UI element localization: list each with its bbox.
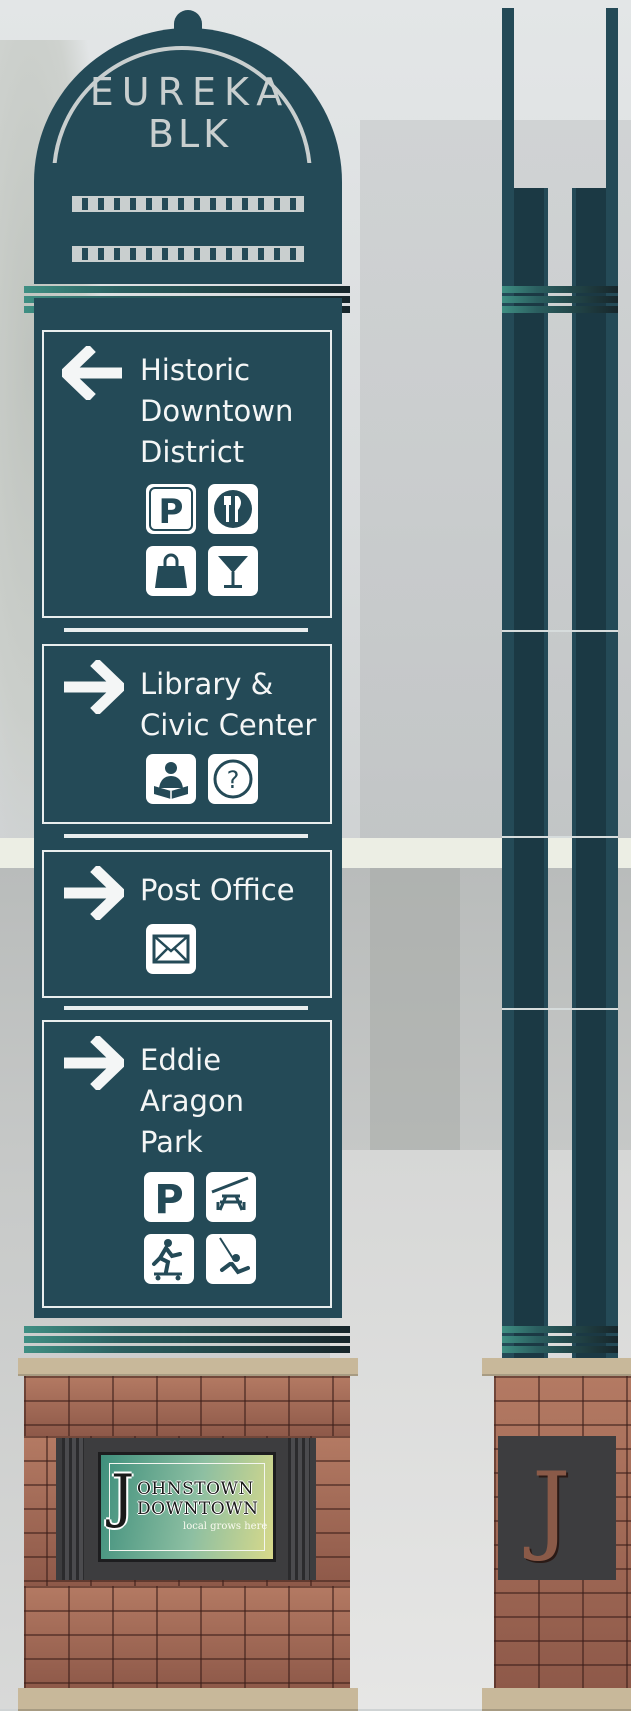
bottom-rail-band bbox=[24, 1326, 350, 1354]
side-post-edge bbox=[572, 188, 576, 1358]
frieze-dash-row bbox=[72, 246, 304, 262]
side-post-inner-right bbox=[576, 188, 606, 1358]
panel-divider bbox=[64, 1006, 308, 1010]
information-question-icon: ? bbox=[208, 754, 258, 804]
side-bottom-rail-band bbox=[502, 1326, 618, 1354]
side-panel-seam bbox=[502, 630, 618, 632]
side-base-cap-stone bbox=[482, 1358, 631, 1376]
swing-icon bbox=[206, 1234, 256, 1284]
base-foot-stone bbox=[18, 1688, 358, 1711]
brick-base-upper bbox=[24, 1376, 350, 1436]
side-post-outer-right bbox=[606, 8, 618, 1358]
picnic-table-icon bbox=[206, 1172, 256, 1222]
panel-divider bbox=[64, 834, 308, 838]
side-post-edge bbox=[544, 188, 548, 1358]
johnstown-downtown-plaque: J OHNSTOWN DOWNTOWN local grows here bbox=[98, 1452, 276, 1562]
skateboard-icon bbox=[144, 1234, 194, 1284]
side-j-emblem: J bbox=[532, 1452, 571, 1564]
panel-title: Historic Downtown District bbox=[140, 353, 294, 469]
shopping-bag-icon bbox=[146, 546, 196, 596]
logo-tagline: local grows here bbox=[183, 1521, 268, 1532]
brick-base-lower bbox=[24, 1586, 350, 1688]
mail-envelope-icon bbox=[146, 924, 196, 974]
panel-post-office: Post Office bbox=[42, 850, 332, 998]
arrow-right-icon bbox=[64, 1036, 124, 1090]
svg-text:P: P bbox=[159, 492, 184, 532]
base-cap-stone bbox=[18, 1358, 358, 1376]
logo-downtown: DOWNTOWN bbox=[137, 1499, 259, 1519]
library-reader-icon bbox=[146, 754, 196, 804]
arrow-right-icon bbox=[64, 660, 124, 714]
panel-divider bbox=[64, 628, 308, 632]
panel-title: Eddie Aragon Park bbox=[140, 1043, 245, 1159]
arrow-left-icon bbox=[62, 346, 122, 400]
wayfinding-sign-front: EUREKA BLK Historic Downtown District P bbox=[0, 0, 360, 1711]
side-base-foot-stone bbox=[482, 1688, 631, 1711]
panel-historic-downtown: Historic Downtown District P bbox=[42, 330, 332, 618]
side-post-inner-left bbox=[514, 188, 544, 1358]
logo-j-initial: J bbox=[111, 1462, 135, 1530]
side-panel-seam bbox=[502, 836, 618, 838]
frieze-dash-row bbox=[72, 196, 304, 212]
svg-text:?: ? bbox=[227, 766, 240, 794]
svg-text:P: P bbox=[154, 1177, 183, 1222]
arrow-right-icon bbox=[64, 866, 124, 920]
parking-icon: P bbox=[146, 484, 196, 534]
background-doorway bbox=[370, 868, 460, 1168]
panel-title: Library & Civic Center bbox=[140, 667, 317, 742]
panel-title: Post Office bbox=[140, 873, 295, 907]
eureka-title: EUREKA bbox=[89, 70, 291, 114]
side-post-outer-left bbox=[502, 8, 514, 1358]
side-panel-seam bbox=[502, 1008, 618, 1010]
logo-johnstown: OHNSTOWN bbox=[137, 1479, 254, 1499]
blk-title: BLK bbox=[147, 112, 233, 156]
panel-eddie-aragon-park: Eddie Aragon Park P bbox=[42, 1020, 332, 1308]
parking-icon: P bbox=[144, 1172, 194, 1222]
panel-library-civic: Library & Civic Center ? bbox=[42, 644, 332, 824]
side-top-rail-band bbox=[502, 286, 618, 314]
dining-icon bbox=[208, 484, 258, 534]
cocktail-icon bbox=[208, 546, 258, 596]
